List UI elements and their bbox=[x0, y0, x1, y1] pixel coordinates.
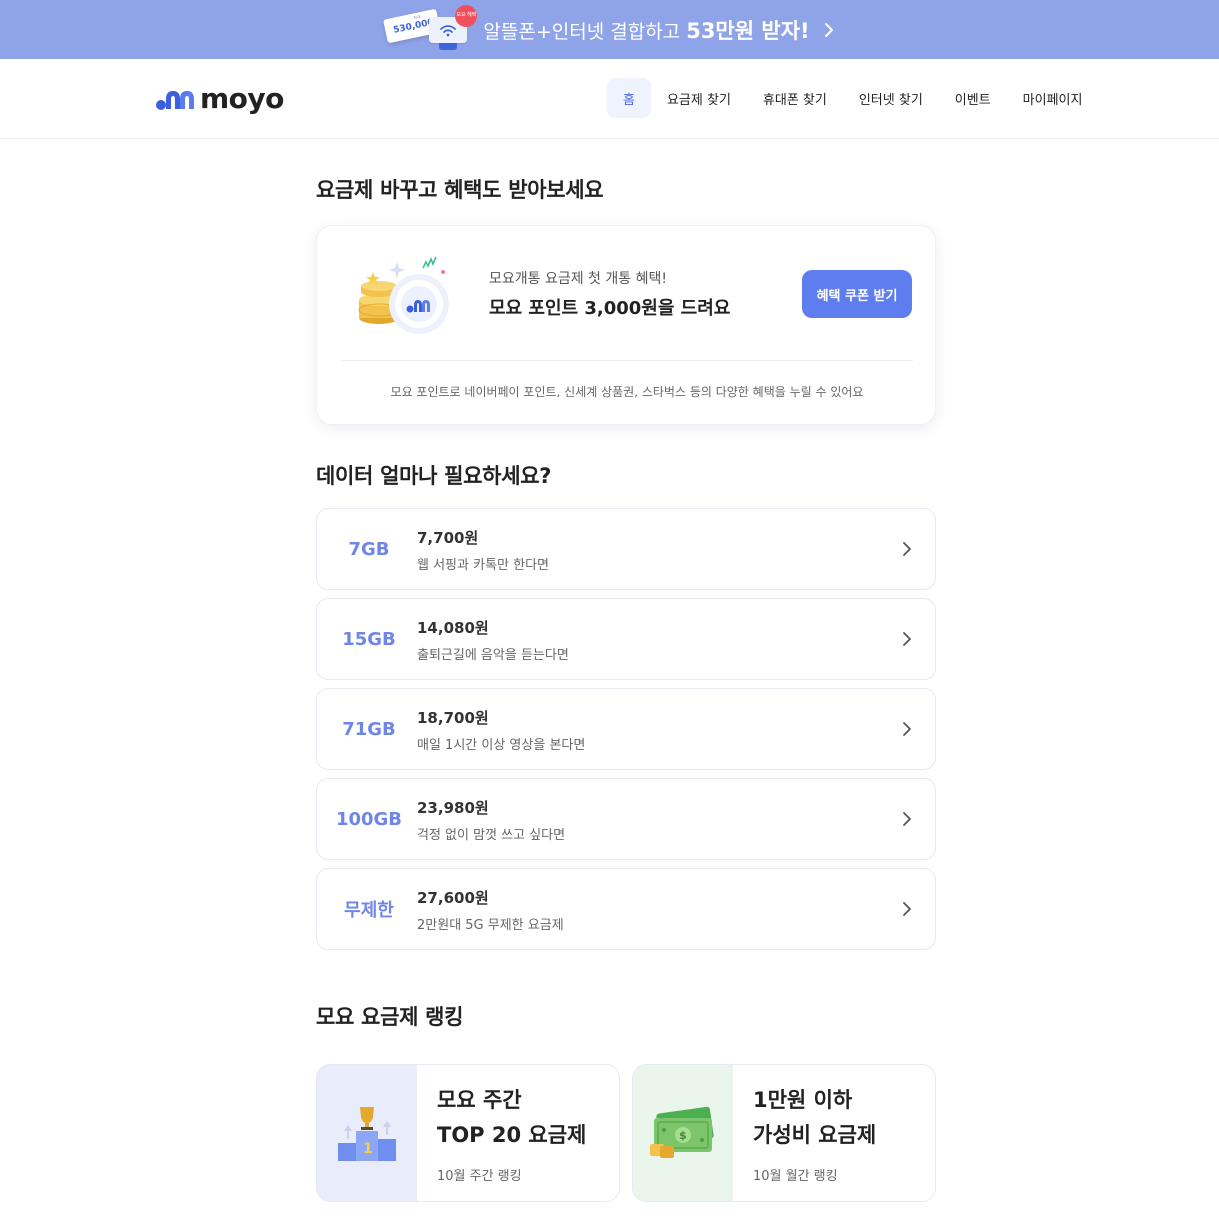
data-price: 23,980원 bbox=[417, 799, 489, 817]
nav-item-mypage[interactable]: 마이페이지 bbox=[1007, 78, 1099, 118]
router-stand bbox=[439, 42, 458, 50]
data-description: 출퇴근길에 음악을 듣는다면 bbox=[417, 648, 569, 663]
moyo-logo[interactable]: moyo bbox=[156, 85, 284, 113]
data-amount: 100GB bbox=[335, 808, 403, 830]
nav-item-events[interactable]: 이벤트 bbox=[939, 78, 1007, 118]
ranking-cards: 1 모요 주간 TOP 20 요금제 10월 주간 랭킹 $ 1만원 이하 가성… bbox=[316, 1064, 936, 1202]
promo-headline: 모요 포인트 3,000원을 드려요 bbox=[489, 298, 731, 319]
chevron-right-icon bbox=[903, 902, 911, 916]
data-description: 걱정 없이 맘껏 쓰고 싶다면 bbox=[417, 828, 566, 843]
chevron-right-icon bbox=[903, 812, 911, 826]
data-amount: 무제한 bbox=[344, 900, 394, 921]
rank-card-title: 1만원 이하 가성비 요금제 bbox=[753, 1083, 876, 1153]
chevron-right-icon bbox=[903, 632, 911, 646]
data-price: 14,080원 bbox=[417, 619, 489, 637]
rank-card-subtitle: 10월 월간 랭킹 bbox=[753, 1169, 838, 1184]
promo-card: 모요개통 요금제 첫 개통 혜택! 모요 포인트 3,000원을 드려요 혜택 … bbox=[316, 225, 936, 425]
data-plan-item-unlimited[interactable]: 무제한 27,600원 2만원대 5G 무제한 요금제 bbox=[316, 868, 936, 950]
data-plan-list: 7GB 7,700원 웹 서핑과 카톡만 한다면 15GB 14,080원 출퇴… bbox=[316, 508, 936, 958]
rank-title-line1: 모요 주간 bbox=[437, 1088, 522, 1112]
data-plan-item-7gb[interactable]: 7GB 7,700원 웹 서핑과 카톡만 한다면 bbox=[316, 508, 936, 590]
rank-art-panel: $ bbox=[633, 1065, 733, 1201]
rank-title-line2: TOP 20 요금제 bbox=[437, 1123, 587, 1147]
coins-illustration-icon bbox=[358, 256, 449, 334]
promo-divider bbox=[341, 360, 913, 361]
nav-item-find-plans[interactable]: 요금제 찾기 bbox=[651, 78, 747, 118]
banner-text-prefix: 알뜰폰+인터넷 결합하고 bbox=[483, 20, 687, 43]
chevron-right-icon bbox=[903, 722, 911, 736]
logo-text: moyo bbox=[200, 82, 284, 115]
chevron-right-icon bbox=[903, 542, 911, 556]
get-coupon-button[interactable]: 혜택 쿠폰 받기 bbox=[802, 270, 912, 318]
benefit-badge: 모요 혜택 bbox=[455, 4, 478, 27]
data-description: 웹 서핑과 카톡만 한다면 bbox=[417, 558, 549, 573]
promo-section-title: 요금제 바꾸고 혜택도 받아보세요 bbox=[316, 178, 604, 202]
data-amount: 15GB bbox=[342, 628, 396, 650]
data-plan-item-15gb[interactable]: 15GB 14,080원 출퇴근길에 음악을 듣는다면 bbox=[316, 598, 936, 680]
banner-illustration: 최대 530,000 모요 혜택 bbox=[381, 4, 481, 55]
top-promo-banner[interactable]: 최대 530,000 모요 혜택 알뜰폰+인터넷 결합하고 53만원 받자! bbox=[0, 0, 1219, 59]
data-description: 매일 1시간 이상 영상을 본다면 bbox=[417, 738, 586, 753]
banner-text: 알뜰폰+인터넷 결합하고 53만원 받자! bbox=[483, 15, 809, 45]
main-nav: 홈 요금제 찾기 휴대폰 찾기 인터넷 찾기 이벤트 마이페이지 bbox=[607, 78, 1098, 118]
nav-item-home[interactable]: 홈 bbox=[607, 78, 651, 118]
rank-card-subtitle: 10월 주간 랭킹 bbox=[437, 1169, 522, 1184]
data-price: 27,600원 bbox=[417, 889, 489, 907]
nav-item-find-phones[interactable]: 휴대폰 찾기 bbox=[747, 78, 843, 118]
promo-subtitle: 모요개통 요금제 첫 개통 혜택! bbox=[489, 271, 667, 287]
chevron-right-icon bbox=[824, 22, 833, 37]
money-bills-icon: $ bbox=[650, 1106, 714, 1158]
data-price: 18,700원 bbox=[417, 709, 489, 727]
ranking-card-weekly-top20[interactable]: 1 모요 주간 TOP 20 요금제 10월 주간 랭킹 bbox=[316, 1064, 620, 1202]
data-description: 2만원대 5G 무제한 요금제 bbox=[417, 918, 564, 933]
ranking-section-title: 모요 요금제 랭킹 bbox=[316, 1005, 464, 1029]
data-plan-item-71gb[interactable]: 71GB 18,700원 매일 1시간 이상 영상을 본다면 bbox=[316, 688, 936, 770]
promo-note: 모요 포인트로 네이버페이 포인트, 신세계 상품권, 스타벅스 등의 다양한 … bbox=[390, 385, 864, 399]
trophy-podium-icon: 1 bbox=[338, 1107, 396, 1161]
site-header: moyo 홈 요금제 찾기 휴대폰 찾기 인터넷 찾기 이벤트 마이페이지 bbox=[0, 59, 1219, 139]
banner-text-highlight: 53만원 받자! bbox=[686, 18, 810, 43]
data-price: 7,700원 bbox=[417, 529, 479, 547]
svg-text:1: 1 bbox=[363, 1141, 373, 1157]
rank-art-panel: 1 bbox=[317, 1065, 417, 1201]
ranking-card-under-10000[interactable]: $ 1만원 이하 가성비 요금제 10월 월간 랭킹 bbox=[632, 1064, 936, 1202]
nav-item-find-internet[interactable]: 인터넷 찾기 bbox=[843, 78, 939, 118]
logo-mark-icon bbox=[156, 91, 194, 110]
data-amount: 7GB bbox=[348, 538, 390, 560]
rank-title-line1: 1만원 이하 bbox=[753, 1088, 853, 1112]
data-section-title: 데이터 얼마나 필요하세요? bbox=[316, 464, 552, 488]
rank-card-title: 모요 주간 TOP 20 요금제 bbox=[437, 1083, 586, 1153]
svg-text:$: $ bbox=[679, 1129, 687, 1142]
data-amount: 71GB bbox=[342, 718, 396, 740]
data-plan-item-100gb[interactable]: 100GB 23,980원 걱정 없이 맘껏 쓰고 싶다면 bbox=[316, 778, 936, 860]
rank-title-line2: 가성비 요금제 bbox=[753, 1123, 877, 1147]
